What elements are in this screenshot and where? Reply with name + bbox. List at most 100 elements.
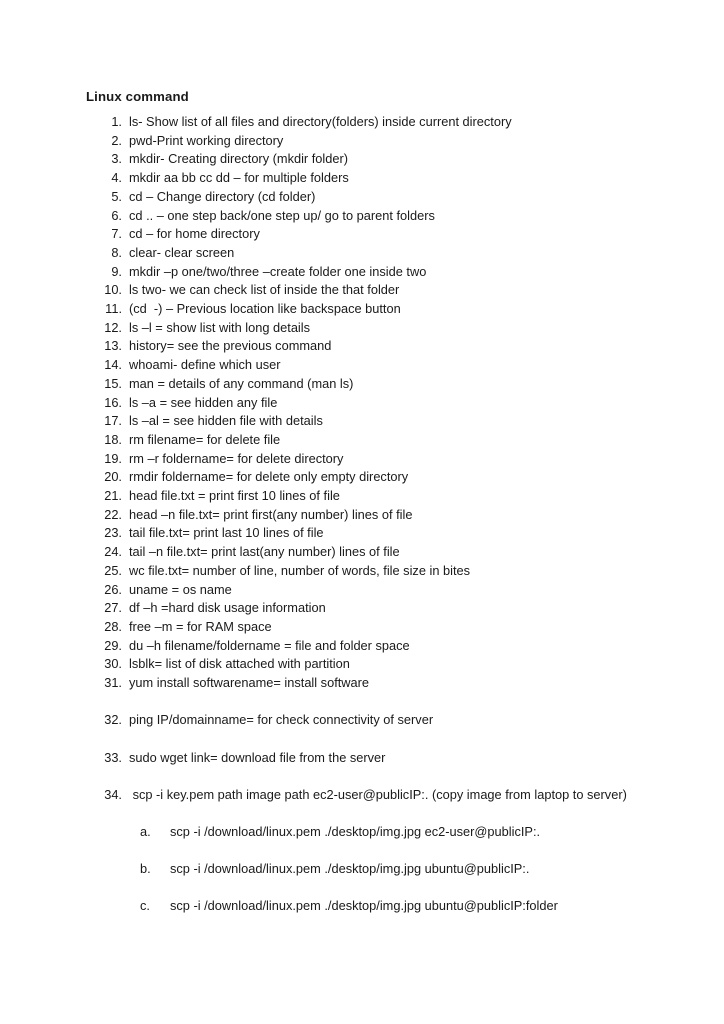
list-item: 4. mkdir aa bb cc dd – for multiple folde… (0, 169, 724, 188)
list-item-marker: 30. (104, 656, 122, 672)
list-item-text: du –h filename/foldername = file and fol… (129, 637, 410, 653)
sub-list-item-marker: b. (140, 861, 151, 877)
list-item: 32. ping IP/domainname= for check connect… (0, 711, 724, 730)
list-item-text: sudo wget link= download file from the s… (129, 749, 386, 765)
list-item: 29. du –h filename/foldername = file and … (0, 637, 724, 656)
list-item: 3. mkdir- Creating directory (mkdir folde… (0, 150, 724, 169)
list-item-text: cd – Change directory (cd folder) (129, 188, 316, 204)
list-item: 24. tail –n file.txt= print last(any numb… (0, 543, 724, 562)
list-item-text: ping IP/domainname= for check connectivi… (129, 712, 434, 728)
list-item: 30. lsblk= list of disk attached with par… (0, 655, 724, 674)
list-item-text: scp -i key.pem path image path ec2-user@… (129, 786, 627, 802)
list-item-marker: 11. (105, 301, 122, 317)
list-item-text: ls –l = show list with long details (129, 319, 311, 335)
list-item: 14. whoami- define which user (0, 356, 724, 375)
list-item-text: pwd-Print working directory (129, 132, 284, 148)
list-item: 2. pwd-Print working directory (0, 132, 724, 151)
list-item: 11. (cd -) – Previous location like backs… (0, 300, 724, 319)
list-item-marker: 3. (111, 151, 122, 167)
list-item-text: df –h =hard disk usage information (129, 600, 326, 616)
list-item-marker: 24. (104, 544, 122, 560)
sub-list-item: c. scp -i /download/linux.pem ./desktop/i… (0, 897, 724, 916)
list-item-text: man = details of any command (man ls) (129, 375, 354, 391)
list-item: 26. uname = os name (0, 581, 724, 600)
list-item-text: cd .. – one step back/one step up/ go to… (129, 207, 435, 223)
list-item-text: rm –r foldername= for delete directory (129, 450, 344, 466)
list-item-marker: 23. (104, 525, 122, 541)
list-item-text: rm filename= for delete file (129, 431, 281, 447)
list-item: 15. man = details of any command (man ls) (0, 375, 724, 394)
sub-list-item-text: scp -i /download/linux.pem ./desktop/img… (170, 861, 530, 877)
list-item-marker: 26. (104, 581, 122, 597)
list-item-text: (cd -) – Previous location like backspac… (129, 301, 401, 317)
list-item-text: whoami- define which user (129, 357, 281, 373)
list-item: 20. rmdir foldername= for delete only emp… (0, 468, 724, 487)
list-item-marker: 27. (104, 600, 122, 616)
list-item-text: history= see the previous command (129, 338, 332, 354)
list-item-marker: 25. (104, 562, 122, 578)
list-item-marker: 16. (104, 394, 122, 410)
list-item-marker: 19. (104, 450, 122, 466)
list-item: 1. ls- Show list of all files and directo… (0, 113, 724, 132)
list-item-text: ls two- we can check list of inside the … (129, 282, 400, 298)
list-item: 9. mkdir –p one/two/three –create folder … (0, 263, 724, 282)
list-item-text: wc file.txt= number of line, number of w… (129, 562, 471, 578)
list-item-marker: 34. (104, 786, 122, 802)
sub-list-item-marker: a. (140, 823, 151, 839)
list-item-text: free –m = for RAM space (129, 618, 272, 634)
list-item-marker: 1. (111, 114, 122, 129)
list-item: 5. cd – Change directory (cd folder) (0, 188, 724, 207)
list-item: 21. head file.txt = print first 10 lines … (0, 487, 724, 506)
list-item-text: tail file.txt= print last 10 lines of fi… (129, 525, 324, 541)
list-item-marker: 17. (104, 413, 122, 429)
list-item: 33. sudo wget link= download file from th… (0, 749, 724, 768)
list-item-marker: 13. (104, 338, 122, 354)
list-item-text: head file.txt = print first 10 lines of … (129, 488, 340, 504)
list-item-marker: 6. (111, 207, 122, 223)
list-item: 25. wc file.txt= number of line, number o… (0, 562, 724, 581)
list-item: 27. df –h =hard disk usage information (0, 599, 724, 618)
list-item-text: mkdir- Creating directory (mkdir folder) (129, 151, 349, 167)
list-item-marker: 21. (104, 488, 122, 504)
list-item-marker: 32. (104, 712, 122, 728)
list-item-marker: 29. (104, 637, 122, 653)
list-item-text: ls –a = see hidden any file (129, 394, 278, 410)
list-item-marker: 22. (104, 506, 122, 522)
list-item-marker: 4. (111, 170, 122, 186)
list-item-marker: 7. (111, 226, 122, 242)
list-item: 17. ls –al = see hidden file with details (0, 412, 724, 431)
list-item: 12. ls –l = show list with long details (0, 319, 724, 338)
list-item-marker: 5. (111, 188, 122, 204)
list-item: 31. yum install softwarename= install sof… (0, 674, 724, 693)
list-item-marker: 8. (111, 244, 122, 260)
list-item-text: lsblk= list of disk attached with partit… (129, 656, 350, 672)
list-item: 23. tail file.txt= print last 10 lines of… (0, 524, 724, 543)
list-item-text: yum install softwarename= install softwa… (129, 675, 370, 691)
sub-list-item: a. scp -i /download/linux.pem ./desktop/i… (0, 823, 724, 842)
sub-list-item-text: scp -i /download/linux.pem ./desktop/img… (170, 823, 541, 839)
list-item-marker: 15. (104, 375, 122, 391)
list-item: 22. head –n file.txt= print first(any num… (0, 506, 724, 525)
list-item-text: uname = os name (129, 581, 232, 597)
list-item-text: tail –n file.txt= print last(any number)… (129, 544, 400, 560)
list-item-marker: 12. (104, 319, 122, 335)
command-list: 1. ls- Show list of all files and directo… (0, 113, 724, 916)
list-item-text: rmdir foldername= for delete only empty … (129, 469, 409, 485)
list-item-text: ls –al = see hidden file with details (129, 413, 323, 429)
list-item-text: cd – for home directory (129, 226, 260, 242)
list-item: 18. rm filename= for delete file (0, 431, 724, 450)
list-item-text: clear- clear screen (129, 244, 235, 260)
list-item-marker: 33. (104, 749, 122, 765)
list-item: 34. scp -i key.pem path image path ec2-u… (0, 786, 724, 805)
list-item-text: ls- Show list of all files and directory… (129, 114, 512, 129)
list-item-marker: 18. (104, 431, 122, 447)
list-item: 10. ls two- we can check list of inside t… (0, 281, 724, 300)
list-item-marker: 14. (104, 357, 122, 373)
list-item: 28. free –m = for RAM space (0, 618, 724, 637)
document-page: Linux command 1. ls- Show list of all fil… (0, 0, 724, 1024)
list-item-text: mkdir aa bb cc dd – for multiple folders (129, 170, 349, 186)
list-item: 16. ls –a = see hidden any file (0, 394, 724, 413)
page-title: Linux command (86, 89, 189, 104)
list-item: 19. rm –r foldername= for delete director… (0, 450, 724, 469)
list-item-text: head –n file.txt= print first(any number… (129, 506, 413, 522)
